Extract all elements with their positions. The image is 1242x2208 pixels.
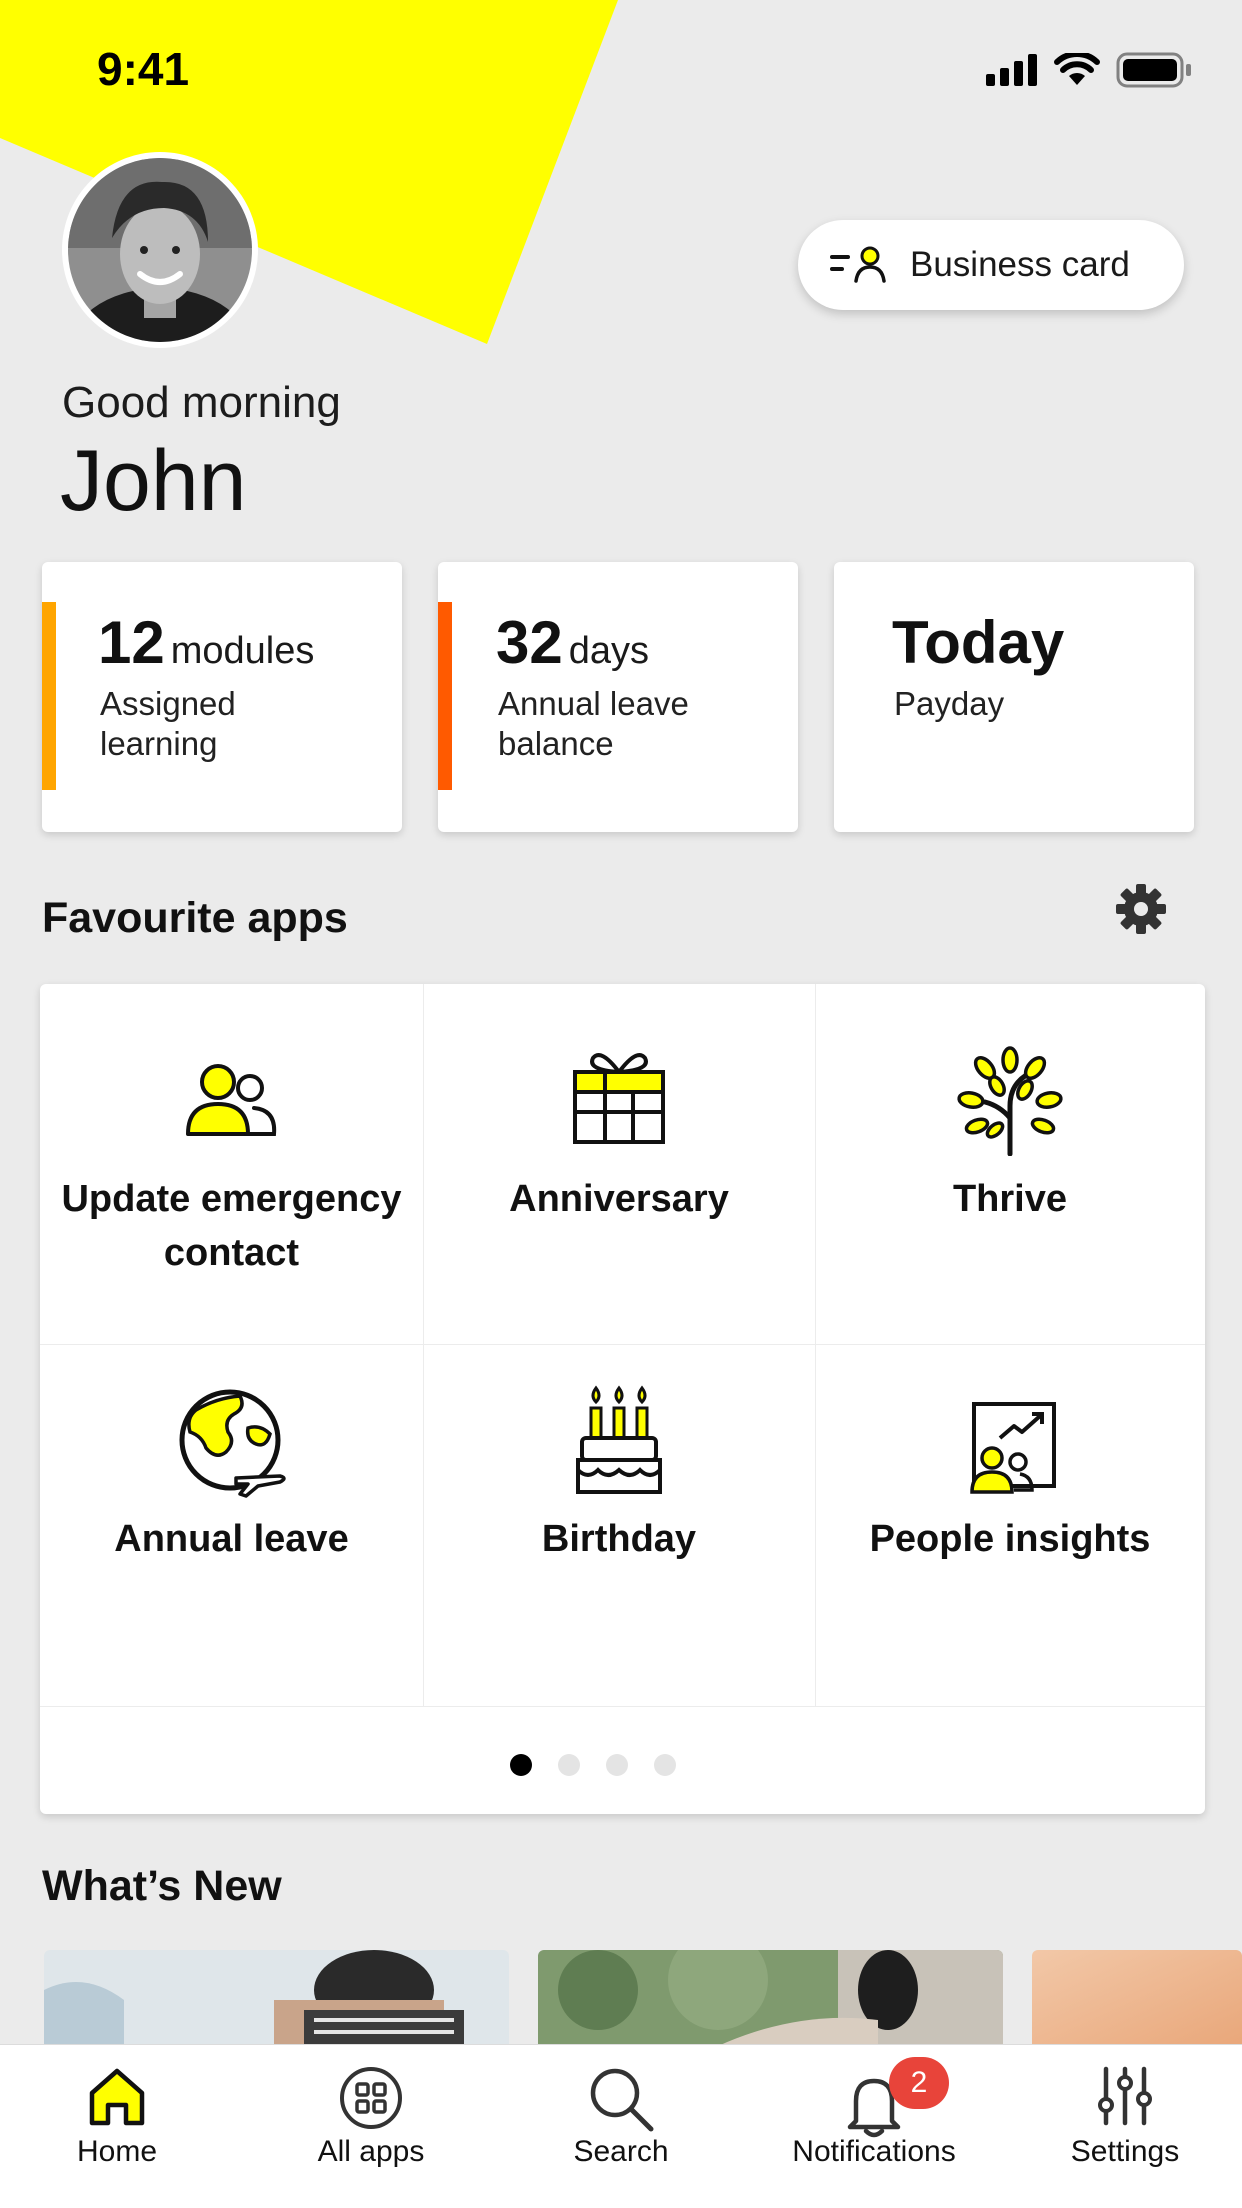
- favourite-apps-title: Favourite apps: [42, 894, 348, 942]
- app-tile-thrive[interactable]: Thrive: [815, 984, 1205, 1344]
- news-card-image: [1032, 1950, 1242, 2046]
- notification-badge: 2: [889, 2057, 949, 2109]
- business-card-icon: [830, 246, 886, 283]
- people-icon: [185, 1064, 276, 1136]
- news-card[interactable]: [44, 1950, 509, 2046]
- greeting-text: Good morning: [62, 378, 341, 427]
- favourite-apps-panel: Update emergency contact Anniversary Thr…: [40, 984, 1205, 1814]
- stat-label: Payday: [894, 685, 1005, 722]
- app-tile-update-emergency-contact[interactable]: Update emergency contact: [40, 984, 423, 1344]
- news-card-image: [538, 1950, 1003, 2046]
- stat-value: Today: [892, 609, 1065, 676]
- user-avatar[interactable]: [62, 152, 258, 348]
- tab-label: All apps: [317, 2135, 425, 2168]
- tab-all-apps[interactable]: All apps: [246, 2045, 496, 2208]
- app-label: Anniversary: [509, 1178, 729, 1220]
- globe-plane-icon: [179, 1389, 286, 1498]
- stat-value: 12: [98, 609, 165, 676]
- sliders-icon: [1098, 2066, 1152, 2126]
- business-card-label: Business card: [910, 245, 1130, 284]
- page-dot[interactable]: [654, 1754, 676, 1776]
- app-label: People insights: [869, 1518, 1151, 1560]
- app-label: Annual leave: [114, 1518, 349, 1560]
- stat-card-learning[interactable]: 12 modules Assigned learning: [42, 562, 402, 832]
- app-label: Birthday: [541, 1518, 697, 1560]
- app-tile-anniversary[interactable]: Anniversary: [423, 984, 815, 1344]
- stat-unit: days: [568, 630, 650, 672]
- whats-new-title: What’s New: [42, 1862, 282, 1910]
- page-dot[interactable]: [558, 1754, 580, 1776]
- wifi-icon: [1054, 53, 1100, 85]
- news-card-image: [44, 1950, 509, 2046]
- insights-icon: [970, 1402, 1056, 1494]
- tab-label: Settings: [1070, 2135, 1180, 2168]
- home-icon: [89, 2068, 145, 2126]
- stat-accent-bar: [42, 602, 56, 790]
- cellular-signal-icon: [986, 54, 1037, 86]
- page-indicator: [510, 1754, 676, 1776]
- status-bar: 9:41: [0, 0, 1242, 140]
- avatar-photo: [68, 158, 252, 342]
- user-name: John: [60, 433, 247, 529]
- gear-icon[interactable]: [1114, 882, 1168, 936]
- all-apps-icon: [340, 2067, 402, 2129]
- business-card-button[interactable]: Business card: [798, 220, 1184, 310]
- stat-card-annual-leave[interactable]: 32 days Annual leave balance: [438, 562, 798, 832]
- app-tile-birthday[interactable]: Birthday: [423, 1344, 815, 1706]
- tab-label: Notifications: [792, 2135, 956, 2168]
- stat-card-payday[interactable]: Today Payday: [834, 562, 1194, 832]
- tab-home[interactable]: Home: [0, 2045, 242, 2208]
- app-label: Update emergency contact: [61, 1178, 402, 1274]
- stat-value: 32: [496, 609, 563, 676]
- news-card[interactable]: [538, 1950, 1003, 2046]
- app-tile-annual-leave[interactable]: Annual leave: [40, 1344, 423, 1706]
- tree-icon: [957, 1046, 1063, 1156]
- app-label: Thrive: [952, 1178, 1068, 1220]
- page-dot[interactable]: [606, 1754, 628, 1776]
- tab-label: Home: [76, 2135, 158, 2168]
- cake-icon: [576, 1385, 662, 1494]
- app-tile-people-insights[interactable]: People insights: [815, 1344, 1205, 1706]
- tab-notifications[interactable]: 2 Notifications: [749, 2045, 999, 2208]
- tab-search[interactable]: Search: [496, 2045, 746, 2208]
- battery-icon: [1116, 52, 1191, 88]
- stat-accent-bar: [438, 602, 452, 790]
- stat-unit: modules: [170, 630, 315, 672]
- tab-settings[interactable]: Settings: [1000, 2045, 1242, 2208]
- tab-label: Search: [573, 2135, 669, 2168]
- search-icon: [590, 2068, 654, 2132]
- bottom-tab-bar: Home All apps Search 2 Notifications Set…: [0, 2044, 1242, 2208]
- stat-label: Annual leave balance: [498, 685, 689, 762]
- news-card[interactable]: [1032, 1950, 1242, 2046]
- status-time: 9:41: [97, 43, 190, 95]
- page-dot-active[interactable]: [510, 1754, 532, 1776]
- gift-icon: [573, 1053, 665, 1144]
- stat-label: Assigned learning: [100, 685, 236, 762]
